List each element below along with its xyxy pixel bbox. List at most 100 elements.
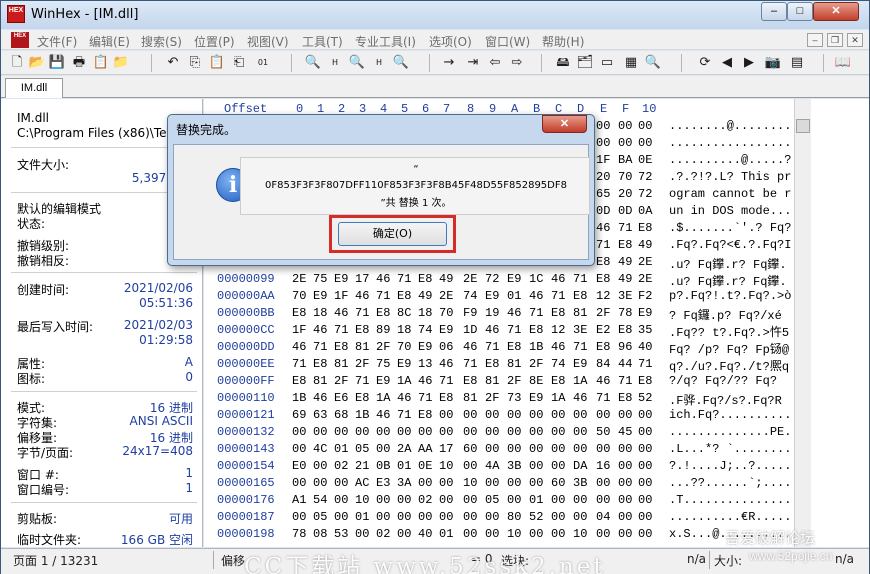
hex-byte[interactable]: 71 (439, 374, 453, 388)
replace-text-icon[interactable]: 🔍 (348, 54, 366, 72)
hex-byte[interactable]: 46 (529, 289, 543, 303)
hex-byte[interactable]: 02 (418, 493, 432, 507)
hex-byte[interactable]: 73 (507, 391, 521, 405)
doc-close-button[interactable]: ✕ (847, 33, 863, 47)
hex-byte[interactable]: 71 (596, 238, 610, 252)
hex-byte[interactable]: E9 (638, 306, 652, 320)
hex-byte[interactable]: 06 (439, 340, 453, 354)
maximize-button[interactable]: □ (787, 2, 813, 21)
hex-byte[interactable]: 46 (439, 357, 453, 371)
hex-byte[interactable]: 71 (618, 374, 632, 388)
hex-byte[interactable]: 18 (313, 306, 327, 320)
hex-byte[interactable]: 81 (355, 340, 369, 354)
hex-byte[interactable]: E3 (376, 476, 390, 490)
hex-byte[interactable]: E6 (334, 391, 348, 405)
hex-byte[interactable]: 8E (529, 374, 543, 388)
hex-byte[interactable]: E8 (313, 357, 327, 371)
hex-byte[interactable]: 00 (334, 493, 348, 507)
hex-byte[interactable]: 75 (376, 357, 390, 371)
hex-byte[interactable]: 00 (292, 442, 306, 456)
hex-byte[interactable]: 00 (507, 408, 521, 422)
hex-byte[interactable]: E8 (638, 374, 652, 388)
hex-byte[interactable]: E8 (551, 374, 565, 388)
undo-icon[interactable]: ↶ (164, 54, 182, 72)
hex-byte[interactable]: 00 (439, 476, 453, 490)
hex-byte[interactable]: 00 (439, 510, 453, 524)
hex-byte[interactable]: 71 (418, 391, 432, 405)
hex-byte[interactable]: 46 (334, 306, 348, 320)
hex-byte[interactable]: 81 (485, 374, 499, 388)
hex-byte[interactable]: 00 (638, 408, 652, 422)
ascii-text[interactable]: ...??......`;..... (669, 476, 794, 490)
hex-byte[interactable]: 2F (334, 374, 348, 388)
hex-byte[interactable]: 00 (551, 425, 565, 439)
hex-row[interactable]: 00000143 00 4C 01 05 00 2A AA 17 60 00 00 00 00 00 00 00… (204, 442, 794, 459)
hex-byte[interactable]: 80 (507, 510, 521, 524)
ascii-text[interactable]: .T............... (669, 493, 791, 507)
hex-byte[interactable]: 10 (573, 527, 587, 541)
hex-byte[interactable]: 70 (618, 170, 632, 184)
hex-byte[interactable]: 00 (596, 408, 610, 422)
vertical-scrollbar[interactable] (794, 99, 811, 547)
hex-byte[interactable]: 2E (463, 272, 477, 286)
ascii-text[interactable]: Fq? /p? Fq? Fp铴@ (669, 340, 789, 357)
hex-byte[interactable]: 0D (618, 204, 632, 218)
hex-byte[interactable]: 00 (376, 493, 390, 507)
hex-byte[interactable]: 01 (334, 442, 348, 456)
hex-byte[interactable]: 45 (618, 425, 632, 439)
hex-byte[interactable]: 2A (397, 442, 411, 456)
menu-tools[interactable]: 工具(T) (302, 33, 343, 50)
hex-row[interactable]: 00000099 2E 75 E9 17 46 71 E8 49 2E 72 E9 1C 46 71 E8 49… (204, 272, 794, 289)
hex-row[interactable]: 00000154 E0 00 02 21 0B 01 0E 10 00 4A 3B 00 00 DA 16 00… (204, 459, 794, 476)
hex-byte[interactable]: 00 (334, 510, 348, 524)
prev-icon[interactable]: ◀ (718, 54, 736, 72)
hex-byte[interactable]: 00 (397, 493, 411, 507)
hex-byte[interactable]: 00 (529, 408, 543, 422)
hex-byte[interactable]: 40 (418, 527, 432, 541)
hex-byte[interactable]: 71 (397, 272, 411, 286)
hex-byte[interactable]: F2 (638, 289, 652, 303)
hex-byte[interactable]: 46 (463, 340, 477, 354)
hex-byte[interactable]: 74 (551, 357, 565, 371)
hex-row[interactable]: 00000132 00 00 00 00 00 00 00 00 00 00 00 00 00 00 50 45… (204, 425, 794, 442)
snapshot-icon[interactable]: 📷 (764, 54, 782, 72)
hex-byte[interactable]: 00 (397, 527, 411, 541)
hex-byte[interactable]: 00 (463, 493, 477, 507)
hex-byte[interactable]: 00 (313, 425, 327, 439)
hex-byte[interactable]: 0A (638, 204, 652, 218)
hex-byte[interactable]: 49 (439, 272, 453, 286)
hex-byte[interactable]: 46 (573, 391, 587, 405)
hex-byte[interactable]: 46 (313, 391, 327, 405)
hex-byte[interactable]: 1F (596, 153, 610, 167)
hex-byte[interactable]: 0E (418, 459, 432, 473)
hex-byte[interactable]: 96 (618, 340, 632, 354)
hex-byte[interactable]: 75 (313, 272, 327, 286)
hex-byte[interactable]: E9 (439, 323, 453, 337)
hex-byte[interactable]: E8 (573, 289, 587, 303)
hex-byte[interactable]: 2F (529, 357, 543, 371)
ascii-text[interactable]: ..........@.....?. (669, 153, 794, 167)
hex-byte[interactable]: 01 (355, 510, 369, 524)
hex-byte[interactable]: 00 (638, 493, 652, 507)
hex-byte[interactable]: E8 (463, 374, 477, 388)
disk-editor-icon[interactable]: 🖴 (554, 54, 572, 72)
hex-byte[interactable]: 00 (618, 119, 632, 133)
hex-byte[interactable]: 00 (638, 119, 652, 133)
hex-byte[interactable]: 00 (529, 442, 543, 456)
hex-byte[interactable]: 71 (355, 306, 369, 320)
hex-byte[interactable]: E8 (638, 221, 652, 235)
hex-byte[interactable]: E8 (418, 408, 432, 422)
hex-byte[interactable]: 2F (596, 306, 610, 320)
hex-byte[interactable]: 70 (397, 340, 411, 354)
hex-byte[interactable]: 00 (573, 493, 587, 507)
hex-byte[interactable]: E8 (292, 374, 306, 388)
find-hex-icon[interactable]: H (326, 54, 344, 72)
hex-byte[interactable]: 00 (463, 510, 477, 524)
hex-byte[interactable]: E0 (292, 459, 306, 473)
hex-byte[interactable]: 71 (529, 306, 543, 320)
hex-byte[interactable]: 60 (463, 442, 477, 456)
hex-byte[interactable]: 40 (638, 340, 652, 354)
close-button[interactable]: ✕ (813, 2, 859, 21)
hex-byte[interactable]: 2E (439, 289, 453, 303)
hex-byte[interactable]: 19 (485, 306, 499, 320)
